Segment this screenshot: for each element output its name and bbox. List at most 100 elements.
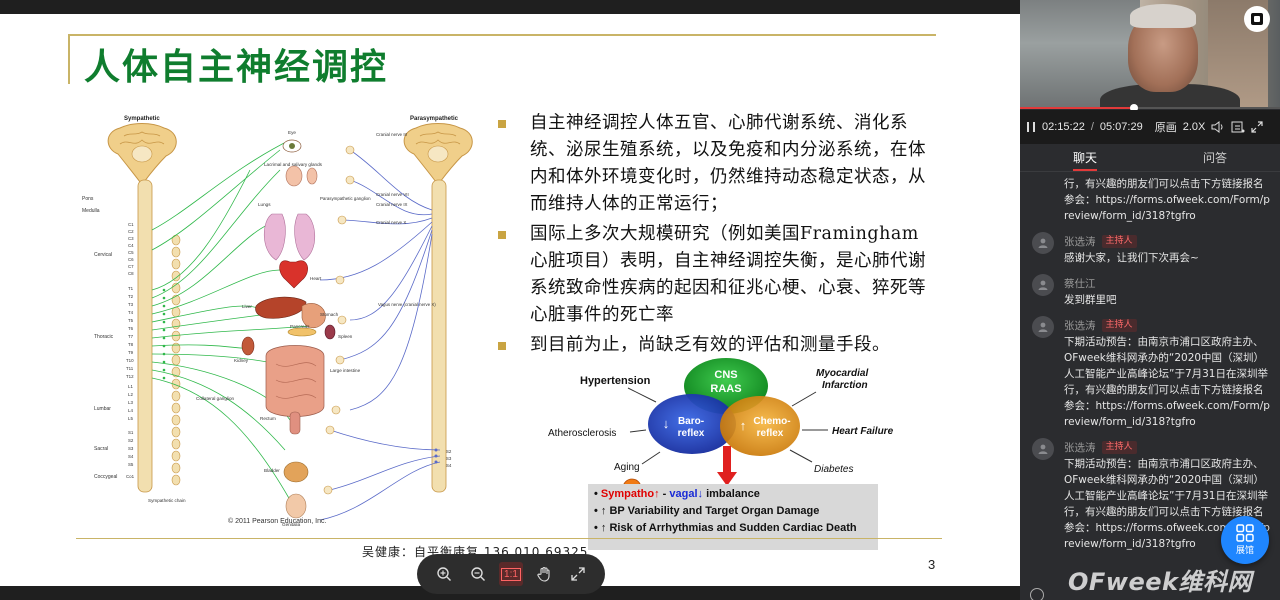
speaker-video[interactable] <box>1020 0 1280 108</box>
pan-button[interactable] <box>532 562 556 586</box>
exhibit-hall-button[interactable]: 展馆 <box>1221 516 1269 564</box>
tab-chat[interactable]: 聊天 <box>1020 144 1150 171</box>
label-pons: Pons <box>82 196 94 202</box>
svg-text:L2: L2 <box>128 392 133 397</box>
organ-liver <box>255 296 307 319</box>
side-tabs: 聊天 问答 <box>1020 144 1280 172</box>
label-s3: S3 <box>446 456 452 461</box>
venn-cns-text: CNS <box>714 369 737 381</box>
svg-text:C5: C5 <box>128 250 134 255</box>
user-icon <box>1038 280 1048 290</box>
exhibit-hall-label: 展馆 <box>1235 546 1254 556</box>
zoom-in-icon <box>437 567 452 581</box>
autonomic-nervous-system-diagram: Sympathetic Parasympathetic Pons Medulla… <box>82 116 473 527</box>
user-icon <box>1038 444 1048 454</box>
venn-diabetes: Diabetes <box>814 464 853 475</box>
user-icon <box>1038 322 1048 332</box>
playback-progress-bar[interactable] <box>1020 104 1280 112</box>
volume-button[interactable] <box>1211 121 1225 133</box>
avatar <box>1032 274 1054 296</box>
venn-outcome-line-3: • ↑ Risk of Arrhythmias and Sudden Cardi… <box>594 522 857 534</box>
svg-text:S5: S5 <box>128 462 134 467</box>
venn-outcome-line-2: • ↑ BP Variability and Target Organ Dama… <box>594 505 820 517</box>
label-lumbar: Lumbar <box>94 406 111 412</box>
fullscreen-button[interactable] <box>566 562 590 586</box>
host-badge: 主持人 <box>1101 234 1137 248</box>
zoom-out-button[interactable] <box>466 562 490 586</box>
chat-username: 张选涛 <box>1064 441 1096 454</box>
presentation-slide: 人体自主神经调控 Sympathetic Parasympathetic Pon… <box>0 14 1020 586</box>
screenshot-button[interactable] <box>1231 121 1245 133</box>
label-spleen: Spleen <box>338 334 353 339</box>
zoom-toolbar: 1:1 <box>417 554 605 594</box>
hand-icon <box>537 566 550 582</box>
tab-qa[interactable]: 问答 <box>1150 144 1280 171</box>
svg-text:C1: C1 <box>128 222 134 227</box>
label-lungs: Lungs <box>258 202 271 207</box>
spinal-segment-labels: C1C2 C3C4 C5C6 C7C8 T1T2 T3T4 T5T6 T7T8 … <box>126 222 135 479</box>
svg-text:T1: T1 <box>128 286 134 291</box>
time-separator: / <box>1090 121 1094 133</box>
svg-text:T4: T4 <box>128 310 134 315</box>
avatar <box>1032 438 1054 460</box>
organ-lungs <box>263 213 316 261</box>
svg-text:C3: C3 <box>128 236 134 241</box>
top-strip <box>0 0 1020 14</box>
venn-chemo-text1: Chemo- <box>753 416 790 427</box>
svg-text:T9: T9 <box>128 350 134 355</box>
chat-username: 蔡仕江 <box>1064 277 1096 290</box>
label-bladder: Bladder <box>264 468 280 473</box>
player-controls: 02:15:22 / 05:07:29 原画 2.0X <box>1020 110 1280 144</box>
fullscreen-icon <box>570 567 585 581</box>
actual-size-button[interactable]: 1:1 <box>498 562 523 586</box>
venn-heart-failure: Heart Failure <box>832 426 894 437</box>
avatar <box>1032 232 1054 254</box>
sympathetic-label: Sympathetic <box>124 116 160 122</box>
svg-text:L1: L1 <box>128 384 133 389</box>
svg-text:T12: T12 <box>126 374 134 379</box>
svg-text:C6: C6 <box>128 257 134 262</box>
svg-text:T6: T6 <box>128 326 134 331</box>
venn-baro-text1: Baro- <box>678 416 704 427</box>
svg-text:T10: T10 <box>126 358 134 363</box>
svg-text:C7: C7 <box>128 264 134 269</box>
title-rule <box>68 34 936 36</box>
emoji-icon[interactable] <box>1030 588 1044 600</box>
svg-text:S4: S4 <box>128 454 134 459</box>
organ-glands <box>285 165 318 187</box>
label-coccygeal: Coccygeal <box>94 474 117 480</box>
quality-button[interactable]: 原画 <box>1155 119 1177 135</box>
pause-button[interactable] <box>1026 121 1036 133</box>
svg-text:L4: L4 <box>128 408 133 413</box>
right-panel: 02:15:22 / 05:07:29 原画 2.0X 聊天 问答 行，有兴趣的… <box>1020 0 1280 600</box>
chat-username: 张选涛 <box>1064 235 1096 248</box>
svg-text:T8: T8 <box>128 342 134 347</box>
organ-pancreas <box>287 327 317 337</box>
venn-myocardial: Myocardial <box>816 368 868 379</box>
zoom-out-icon <box>470 567 485 581</box>
speed-button[interactable]: 2.0X <box>1183 121 1206 133</box>
venn-chemo-text2: reflex <box>757 428 784 439</box>
expand-icon <box>1251 121 1263 133</box>
label-large-intestine: Large intestine <box>330 368 361 373</box>
zoom-in-button[interactable] <box>432 562 456 586</box>
slide-title: 人体自主神经调控 <box>84 47 389 88</box>
svg-text:T5: T5 <box>128 318 134 323</box>
label-glands: Lacrimal and salivary glands <box>264 162 323 167</box>
bullet-marker <box>498 342 506 350</box>
venn-baro-text2: reflex <box>678 428 705 439</box>
label-heart: Heart <box>310 276 322 281</box>
picture-in-picture-button[interactable] <box>1244 6 1270 32</box>
chat-message-text: 感谢大家，让我们下次再会~ <box>1064 252 1199 264</box>
svg-text:S2: S2 <box>128 438 134 443</box>
label-cn7: Cranial nerve VII <box>376 192 409 197</box>
label-sympathetic-chain: Sympathetic chain <box>148 498 186 503</box>
label-para-ganglion: Parasympathetic ganglion <box>320 196 371 201</box>
svg-text:T7: T7 <box>128 334 134 339</box>
label-collateral-ganglion: Collateral ganglion <box>196 396 234 401</box>
venn-aging: Aging <box>614 462 640 473</box>
venn-infarction: Infarction <box>822 380 868 391</box>
current-time: 02:15:22 <box>1042 121 1085 133</box>
expand-button[interactable] <box>1251 121 1263 133</box>
organ-kidney <box>241 336 255 356</box>
